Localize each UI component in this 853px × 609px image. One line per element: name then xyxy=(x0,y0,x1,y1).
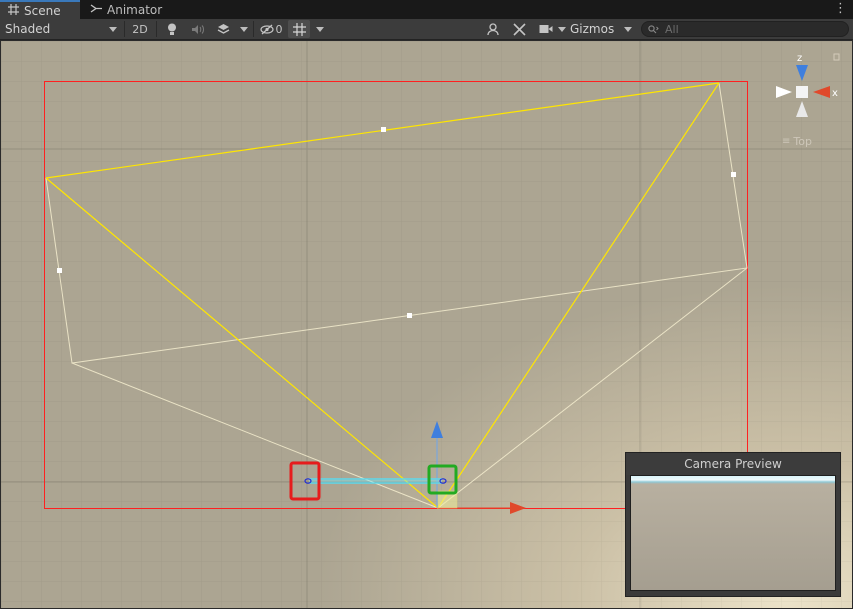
shading-mode-dropdown[interactable]: Shaded xyxy=(0,21,122,37)
camera-settings-button[interactable] xyxy=(535,19,557,39)
chevron-down-icon xyxy=(316,26,324,32)
tab-label: Scene xyxy=(24,3,61,18)
grid-toggle[interactable] xyxy=(288,20,310,38)
grid-icon xyxy=(8,3,19,18)
tools-toggle[interactable] xyxy=(508,19,530,39)
view-label-text: Top xyxy=(793,135,812,148)
tab-animator[interactable]: Animator xyxy=(82,0,170,19)
view-orientation-label[interactable]: ≡ Top xyxy=(782,135,812,148)
camera-dropdown[interactable] xyxy=(556,19,568,39)
menu-icon: ≡ xyxy=(782,136,791,147)
tab-scene[interactable]: Scene xyxy=(0,0,80,19)
search-placeholder: All xyxy=(665,22,679,36)
eye-hidden-icon xyxy=(259,24,274,34)
hidden-count: 0 xyxy=(275,22,283,36)
effects-toggle[interactable] xyxy=(211,19,235,39)
grid-snap-icon xyxy=(292,22,306,36)
tab-label: Animator xyxy=(107,2,163,17)
kebab-menu-icon[interactable]: ⋮ xyxy=(834,2,847,16)
chevron-down-icon xyxy=(558,26,566,32)
gizmos-dropdown[interactable] xyxy=(620,19,636,39)
chevron-down-icon xyxy=(109,26,117,32)
chevron-down-icon xyxy=(624,26,632,32)
search-input[interactable]: All xyxy=(641,21,849,37)
shading-mode-label: Shaded xyxy=(5,22,51,36)
scene-visibility-toggle[interactable] xyxy=(482,19,504,39)
effects-dropdown[interactable] xyxy=(237,19,251,39)
toggle-2d-button[interactable]: 2D xyxy=(128,19,152,39)
grid-dropdown[interactable] xyxy=(313,19,327,39)
search-icon xyxy=(648,24,659,33)
hidden-objects-toggle[interactable]: 0 xyxy=(257,19,285,39)
camera-preview-title: Camera Preview xyxy=(626,453,840,475)
lightbulb-icon xyxy=(168,23,176,35)
toggle-2d-label: 2D xyxy=(132,22,148,36)
person-icon xyxy=(487,23,499,35)
layers-icon xyxy=(217,24,229,34)
speaker-icon xyxy=(191,24,204,34)
animator-icon xyxy=(90,3,102,17)
chevron-down-icon xyxy=(240,26,248,32)
scene-toolbar: Shaded 2D 0 Gizmos All xyxy=(0,19,853,40)
gizmos-button[interactable]: Gizmos xyxy=(570,19,618,39)
connection-line xyxy=(309,478,442,484)
tab-bar: Scene Animator ⋮ xyxy=(0,0,853,19)
tools-icon xyxy=(512,22,526,36)
camera-preview-panel: Camera Preview xyxy=(625,452,841,597)
audio-toggle[interactable] xyxy=(186,19,208,39)
lighting-toggle[interactable] xyxy=(161,19,183,39)
camera-preview-image xyxy=(630,475,836,591)
axis-label-x: x xyxy=(832,88,838,99)
gizmos-label: Gizmos xyxy=(570,22,615,36)
camera-icon xyxy=(539,25,553,33)
axis-label-z: z xyxy=(797,53,802,64)
